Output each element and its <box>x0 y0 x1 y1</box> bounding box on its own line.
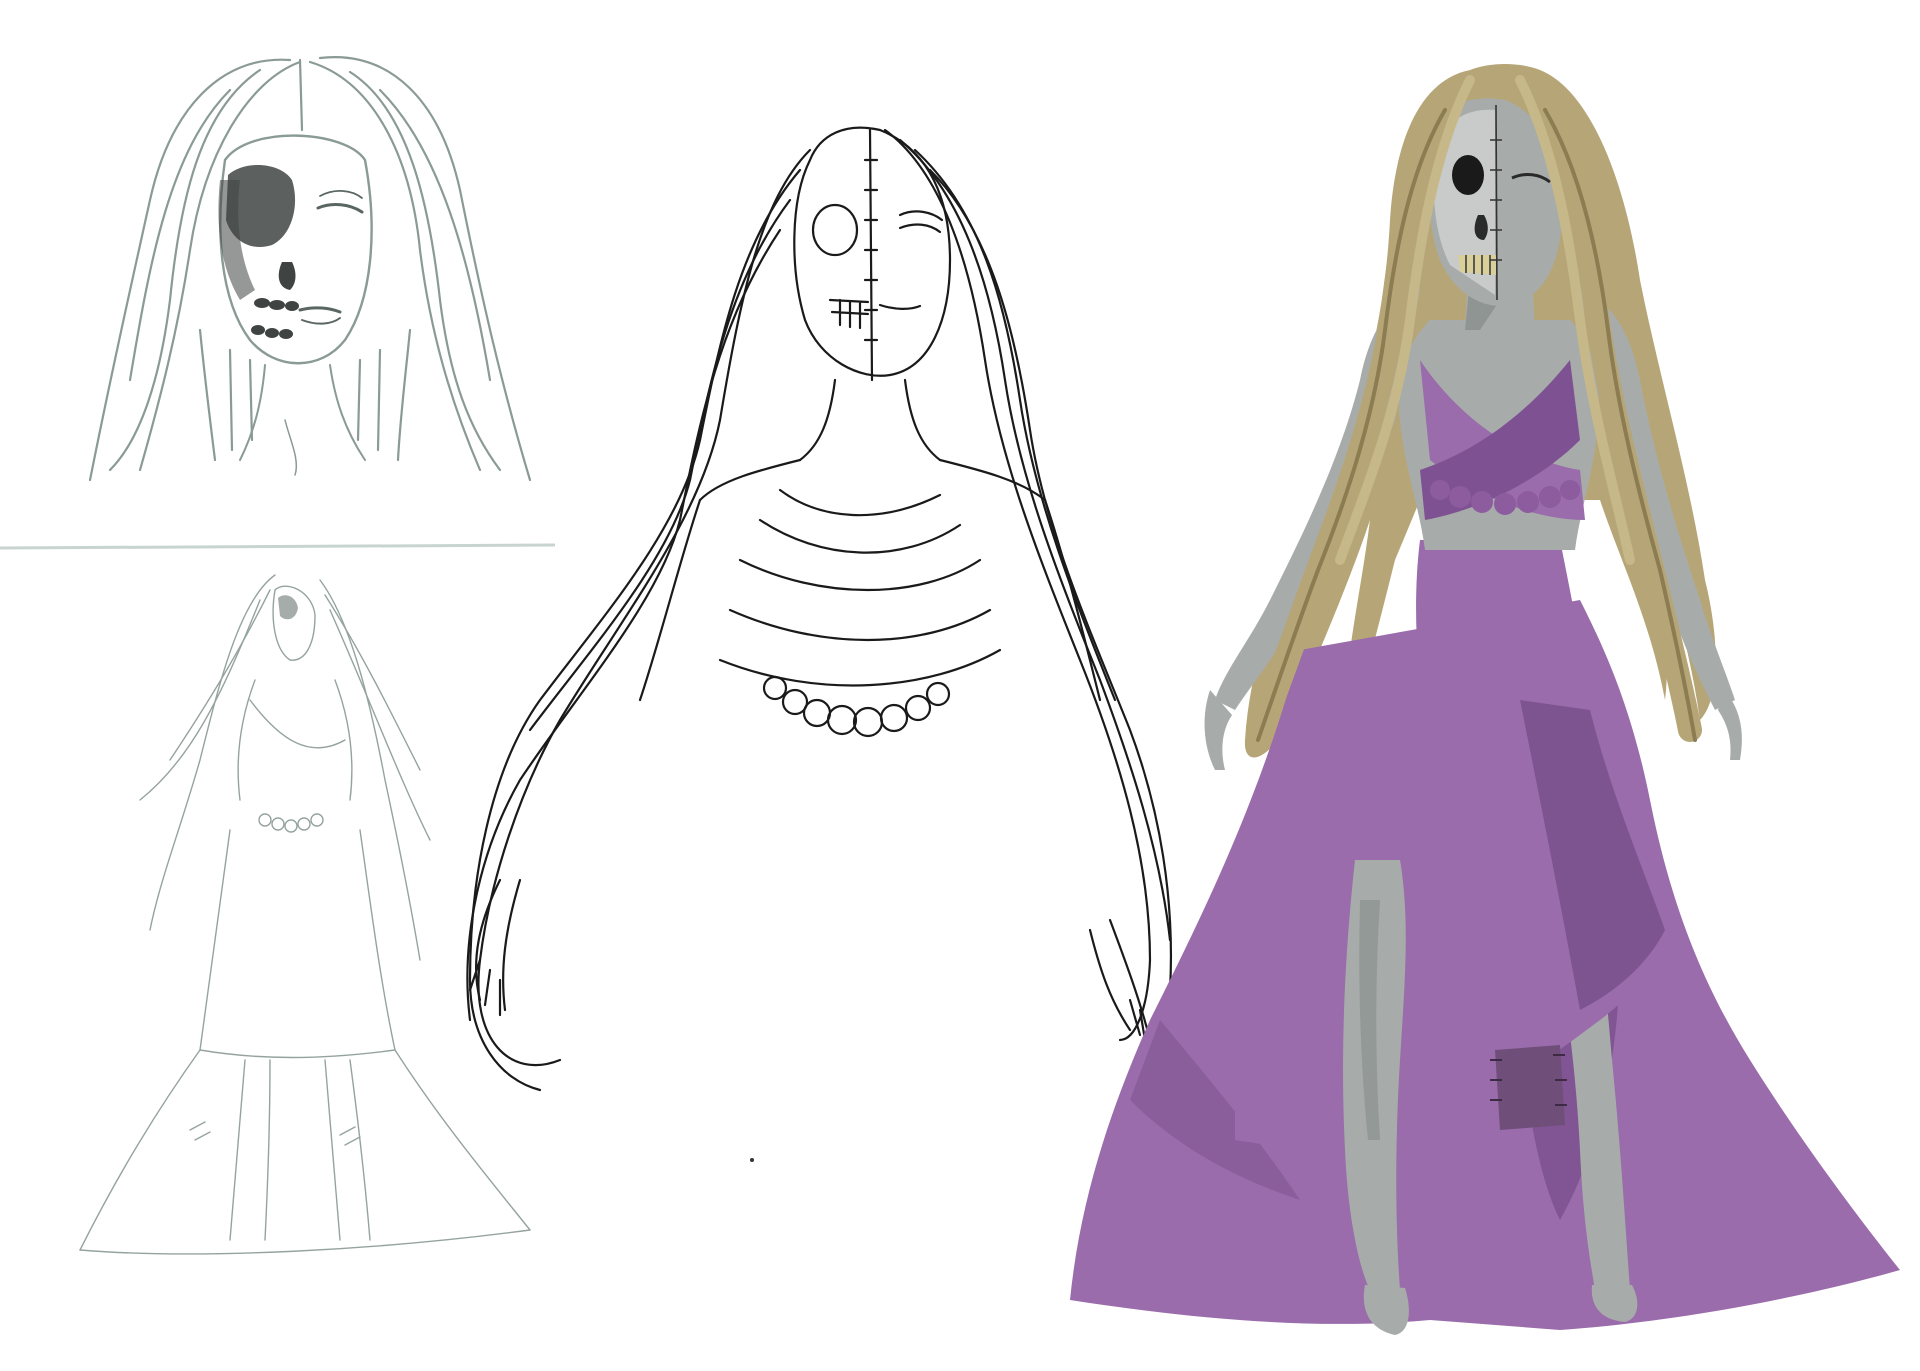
concept-art-sheet <box>0 56 1900 1335</box>
colored-full-figure <box>1070 64 1900 1335</box>
divider-line <box>0 543 556 550</box>
dress-patch <box>1495 1045 1565 1130</box>
pencil-full-figure-sketch <box>79 574 531 1255</box>
stray-mark <box>750 1158 754 1162</box>
lineart-bust <box>466 126 1173 1092</box>
pencil-head-sketch <box>88 56 532 482</box>
eye-socket <box>1452 155 1484 195</box>
